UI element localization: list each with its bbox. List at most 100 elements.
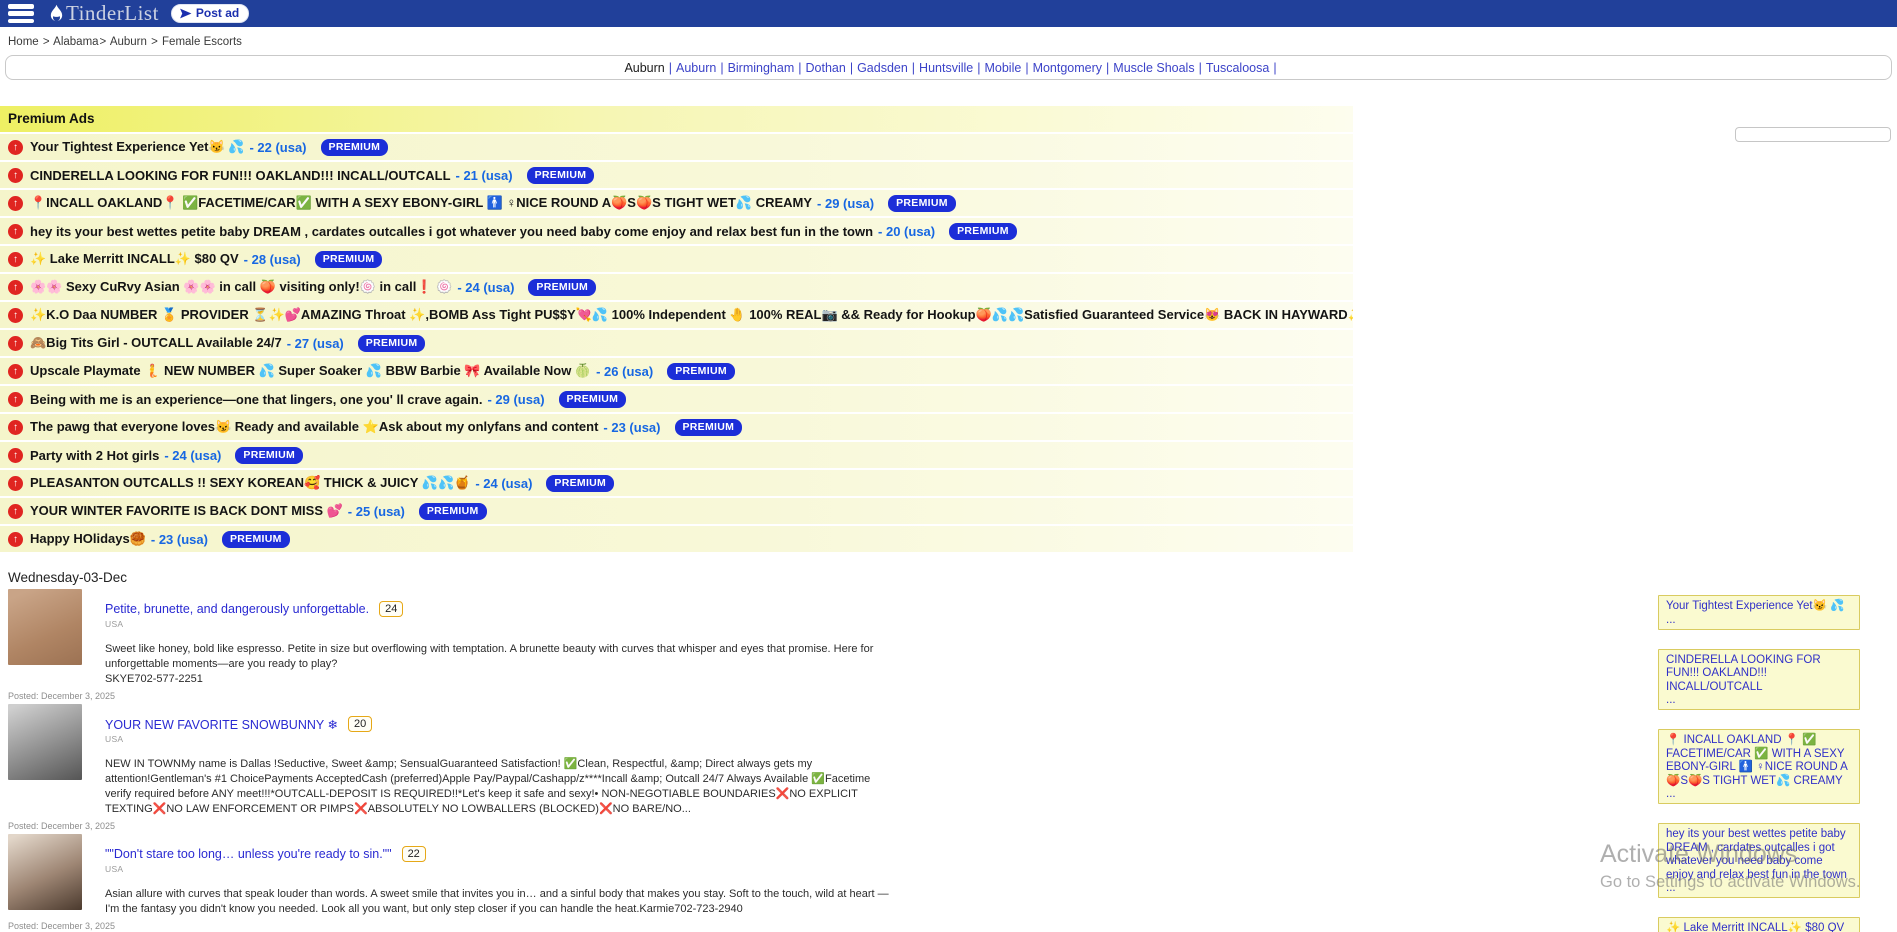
listing-title-link[interactable]: YOUR NEW FAVORITE SNOWBUNNY ❄ bbox=[105, 717, 338, 732]
premium-ad-row[interactable]: ↑ PLEASANTON OUTCALLS !! SEXY KOREAN🥰 TH… bbox=[0, 470, 1353, 496]
premium-ad-title[interactable]: hey its your best wettes petite baby DRE… bbox=[30, 224, 873, 239]
breadcrumb-separator: > bbox=[151, 36, 158, 48]
city-link[interactable]: Dothan bbox=[806, 61, 846, 75]
listing-title-link[interactable]: Petite, brunette, and dangerously unforg… bbox=[105, 602, 369, 616]
sidebar-ad-box[interactable]: Your Tightest Experience Yet😼 💦 ... bbox=[1658, 595, 1860, 630]
premium-ad-title[interactable]: CINDERELLA LOOKING FOR FUN!!! OAKLAND!!!… bbox=[30, 168, 451, 183]
premium-ad-title[interactable]: Party with 2 Hot girls bbox=[30, 448, 159, 463]
city-separator: | bbox=[720, 61, 723, 75]
city-link[interactable]: Gadsden bbox=[857, 61, 908, 75]
premium-badge[interactable]: PREMIUM bbox=[667, 363, 735, 380]
listing-item[interactable]: Petite, brunette, and dangerously unforg… bbox=[8, 589, 1897, 701]
city-link[interactable]: Mobile bbox=[984, 61, 1021, 75]
sidebar-ad-box[interactable]: CINDERELLA LOOKING FOR FUN!!! OAKLAND!!!… bbox=[1658, 649, 1860, 711]
city-link[interactable]: Montgomery bbox=[1033, 61, 1102, 75]
listing-phone: SKYE702-577-2251 bbox=[105, 672, 895, 687]
post-ad-label: Post ad bbox=[196, 6, 239, 20]
city-link[interactable]: Auburn bbox=[676, 61, 716, 75]
bump-up-icon: ↑ bbox=[8, 308, 23, 323]
city-link[interactable]: Birmingham bbox=[728, 61, 795, 75]
premium-badge[interactable]: PREMIUM bbox=[315, 251, 383, 268]
city-link[interactable]: Muscle Shoals bbox=[1113, 61, 1194, 75]
listing-title-link[interactable]: ""Don't stare too long… unless you're re… bbox=[105, 847, 392, 861]
listing-item[interactable]: YOUR NEW FAVORITE SNOWBUNNY ❄ 20 USA NEW… bbox=[8, 704, 1897, 831]
sidebar-ad-box[interactable]: 📍 INCALL OAKLAND 📍 ✅ FACETIME/CAR ✅ WITH… bbox=[1658, 729, 1860, 804]
sidebar-ad-ellipsis: ... bbox=[1666, 614, 1852, 626]
premium-ad-title[interactable]: PLEASANTON OUTCALLS !! SEXY KOREAN🥰 THIC… bbox=[30, 475, 470, 491]
sidebar-ad-title[interactable]: hey its your best wettes petite baby DRE… bbox=[1666, 828, 1852, 882]
premium-ad-title[interactable]: 🙈Big Tits Girl - OUTCALL Available 24/7 bbox=[30, 335, 282, 351]
sidebar-ad-title[interactable]: CINDERELLA LOOKING FOR FUN!!! OAKLAND!!!… bbox=[1666, 654, 1852, 695]
listing-description: NEW IN TOWNMy name is Dallas !Seductive,… bbox=[105, 757, 895, 817]
date-header: Wednesday-03-Dec bbox=[8, 570, 1897, 585]
premium-ad-title[interactable]: 🌸🌸 Sexy CuRvy Asian 🌸🌸 in call 🍑 visitin… bbox=[30, 279, 452, 295]
premium-badge[interactable]: PREMIUM bbox=[559, 391, 627, 408]
premium-badge[interactable]: PREMIUM bbox=[358, 335, 426, 352]
premium-ads-heading: Premium Ads bbox=[0, 106, 1353, 132]
premium-ad-row[interactable]: ↑ ✨ Lake Merritt INCALL✨ $80 QV - 28 (us… bbox=[0, 246, 1353, 272]
sidebar-ad-box[interactable]: ✨ Lake Merritt INCALL✨ $80 QV ... bbox=[1658, 917, 1860, 932]
premium-ad-title[interactable]: Upscale Playmate 🧜 NEW NUMBER 💦 Super So… bbox=[30, 363, 591, 379]
premium-badge[interactable]: PREMIUM bbox=[222, 531, 290, 548]
breadcrumb-item[interactable]: Alabama bbox=[53, 36, 98, 48]
premium-ad-row[interactable]: ↑ 🙈Big Tits Girl - OUTCALL Available 24/… bbox=[0, 330, 1353, 356]
premium-badge[interactable]: PREMIUM bbox=[321, 139, 389, 156]
city-link[interactable]: Huntsville bbox=[919, 61, 973, 75]
premium-badge[interactable]: PREMIUM bbox=[419, 503, 487, 520]
premium-ad-row[interactable]: ↑ The pawg that everyone loves😼 Ready an… bbox=[0, 414, 1353, 440]
breadcrumb-item[interactable]: Female Escorts bbox=[162, 36, 242, 48]
breadcrumb-item[interactable]: Home bbox=[8, 36, 42, 48]
premium-ad-row[interactable]: ↑ Happy HOlidays🥮 - 23 (usa) PREMIUM bbox=[0, 526, 1353, 552]
city-separator: | bbox=[798, 61, 801, 75]
post-ad-button[interactable]: Post ad bbox=[171, 4, 249, 23]
city-link[interactable]: Auburn bbox=[624, 61, 664, 75]
premium-ad-title[interactable]: Being with me is an experience—one that … bbox=[30, 392, 482, 407]
premium-ad-age: - 29 (usa) bbox=[487, 392, 544, 407]
bump-up-icon: ↑ bbox=[8, 196, 23, 211]
premium-ad-row[interactable]: ↑ Upscale Playmate 🧜 NEW NUMBER 💦 Super … bbox=[0, 358, 1353, 384]
premium-ad-row[interactable]: ↑ Being with me is an experience—one tha… bbox=[0, 386, 1353, 412]
premium-ad-row[interactable]: ↑ YOUR WINTER FAVORITE IS BACK DONT MISS… bbox=[0, 498, 1353, 524]
listing-item[interactable]: ""Don't stare too long… unless you're re… bbox=[8, 834, 1897, 931]
premium-ad-age: - 29 (usa) bbox=[817, 196, 874, 211]
premium-ad-title[interactable]: YOUR WINTER FAVORITE IS BACK DONT MISS 💕 bbox=[30, 503, 343, 519]
listing-thumbnail[interactable] bbox=[8, 704, 82, 780]
city-separator: | bbox=[850, 61, 853, 75]
premium-badge[interactable]: PREMIUM bbox=[528, 279, 596, 296]
flame-icon bbox=[48, 4, 65, 24]
premium-badge[interactable]: PREMIUM bbox=[235, 447, 303, 464]
bump-up-icon: ↑ bbox=[8, 252, 23, 267]
sidebar-ad-box[interactable]: hey its your best wettes petite baby DRE… bbox=[1658, 823, 1860, 898]
premium-ad-row[interactable]: ↑ Party with 2 Hot girls - 24 (usa) PREM… bbox=[0, 442, 1353, 468]
premium-badge[interactable]: PREMIUM bbox=[546, 475, 614, 492]
premium-ad-age: - 28 (usa) bbox=[244, 252, 301, 267]
premium-ad-row[interactable]: ↑ ✨K.O Daa NUMBER 🏅 PROVIDER ⏳✨💕AMAZING … bbox=[0, 302, 1353, 328]
breadcrumb-item[interactable]: Auburn bbox=[110, 36, 150, 48]
premium-ad-row[interactable]: ↑ 🌸🌸 Sexy CuRvy Asian 🌸🌸 in call 🍑 visit… bbox=[0, 274, 1353, 300]
sidebar-ad-title[interactable]: ✨ Lake Merritt INCALL✨ $80 QV bbox=[1666, 922, 1852, 932]
premium-ad-title[interactable]: The pawg that everyone loves😼 Ready and … bbox=[30, 419, 598, 435]
bump-up-icon: ↑ bbox=[8, 140, 23, 155]
premium-badge[interactable]: PREMIUM bbox=[949, 223, 1017, 240]
premium-ad-row[interactable]: ↑ hey its your best wettes petite baby D… bbox=[0, 218, 1353, 244]
premium-ad-row[interactable]: ↑ CINDERELLA LOOKING FOR FUN!!! OAKLAND!… bbox=[0, 162, 1353, 188]
city-separator: | bbox=[1199, 61, 1202, 75]
premium-ad-row[interactable]: ↑ Your Tightest Experience Yet😼 💦 - 22 (… bbox=[0, 134, 1353, 160]
premium-badge[interactable]: PREMIUM bbox=[527, 167, 595, 184]
premium-ad-title[interactable]: Your Tightest Experience Yet😼 💦 bbox=[30, 139, 244, 155]
premium-ad-title[interactable]: 📍INCALL OAKLAND📍 ✅FACETIME/CAR✅ WITH A S… bbox=[30, 195, 812, 211]
listing-thumbnail[interactable] bbox=[8, 834, 82, 910]
hamburger-menu-icon[interactable] bbox=[8, 4, 34, 23]
premium-badge[interactable]: PREMIUM bbox=[888, 195, 956, 212]
bump-up-icon: ↑ bbox=[8, 448, 23, 463]
premium-ad-row[interactable]: ↑ 📍INCALL OAKLAND📍 ✅FACETIME/CAR✅ WITH A… bbox=[0, 190, 1353, 216]
sidebar-ad-title[interactable]: Your Tightest Experience Yet😼 💦 bbox=[1666, 600, 1852, 614]
premium-badge[interactable]: PREMIUM bbox=[675, 419, 743, 436]
site-logo[interactable]: TinderList bbox=[48, 1, 159, 26]
premium-ad-title[interactable]: ✨K.O Daa NUMBER 🏅 PROVIDER ⏳✨💕AMAZING Th… bbox=[30, 307, 1353, 323]
sidebar-ad-title[interactable]: 📍 INCALL OAKLAND 📍 ✅ FACETIME/CAR ✅ WITH… bbox=[1666, 734, 1852, 788]
premium-ad-title[interactable]: Happy HOlidays🥮 bbox=[30, 531, 146, 547]
premium-ad-title[interactable]: ✨ Lake Merritt INCALL✨ $80 QV bbox=[30, 251, 239, 267]
listing-thumbnail[interactable] bbox=[8, 589, 82, 665]
city-link[interactable]: Tuscaloosa bbox=[1206, 61, 1269, 75]
